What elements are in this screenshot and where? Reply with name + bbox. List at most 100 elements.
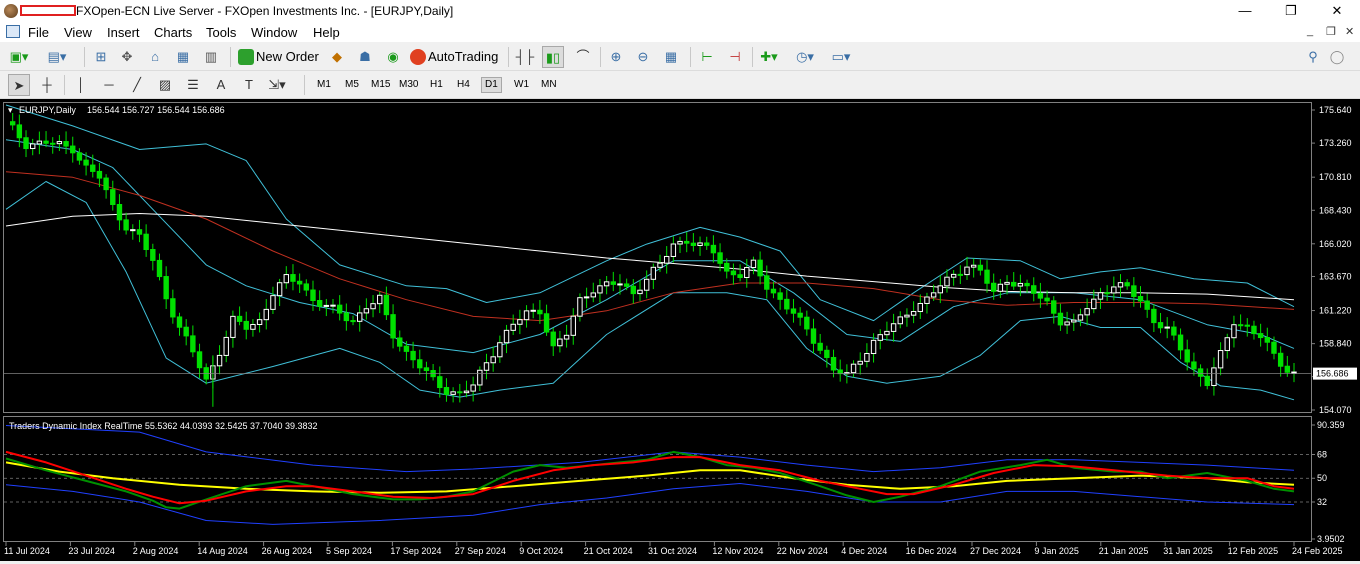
price-tick-label: 173.260 (1319, 138, 1352, 148)
bar-chart-icon[interactable]: ┤├ (514, 46, 536, 68)
new-chart-icon[interactable]: ▣▾ (8, 46, 30, 68)
tile-windows-icon[interactable]: ▦ (660, 46, 682, 68)
candle-body (457, 391, 463, 394)
mdi-close-button[interactable]: ✕ (1345, 25, 1354, 38)
candle-body (90, 164, 96, 172)
date-tick-label: 17 Sep 2024 (390, 546, 441, 556)
timeframe-h1[interactable]: H1 (427, 77, 446, 93)
candle-body (1104, 292, 1110, 295)
candle-body (617, 283, 623, 286)
chart-window[interactable]: 175.640 173.260 170.810 168.430 166.020 163.6… (0, 99, 1360, 561)
menu-charts[interactable]: Charts (154, 25, 192, 40)
horizontal-line-icon[interactable]: ─ (98, 74, 120, 96)
candle-body (597, 285, 603, 294)
candle-body (70, 145, 76, 154)
candle-body (623, 283, 630, 287)
candle-body (917, 302, 923, 313)
fibonacci-icon[interactable]: ☰ (182, 74, 204, 96)
timeframe-d1[interactable]: D1 (481, 77, 502, 93)
candle-body (1177, 334, 1184, 351)
data-window-icon[interactable]: ✥ (116, 46, 138, 68)
menu-help[interactable]: Help (313, 25, 340, 40)
signals-icon[interactable]: ◉ (382, 46, 404, 68)
minimize-button[interactable]: — (1222, 0, 1268, 22)
candle-body (590, 292, 596, 298)
close-button[interactable]: ✕ (1314, 0, 1360, 22)
trendline-icon[interactable]: ╱ (126, 74, 148, 96)
restore-button[interactable]: ❐ (1268, 0, 1314, 22)
zoom-out-icon[interactable]: ⊖ (632, 46, 654, 68)
chart-window-icon[interactable] (6, 25, 20, 38)
price-chart[interactable]: 175.640 173.260 170.810 168.430 166.020 163.6… (0, 99, 1360, 561)
vertical-line-icon[interactable]: │ (70, 74, 92, 96)
equidistant-channel-icon[interactable]: ▨ (154, 74, 176, 96)
candle-body (717, 252, 723, 264)
candle-body (256, 319, 263, 325)
candle-body (1017, 282, 1024, 287)
chart-shift-icon[interactable]: ⊣ (724, 46, 746, 68)
text-label-icon[interactable]: T (238, 74, 260, 96)
navigator-icon[interactable]: ⌂ (144, 46, 166, 68)
candle-body (250, 323, 256, 330)
autotrading-button[interactable]: AutoTrading (408, 46, 498, 68)
tdi-yellow-line (5, 461, 1295, 494)
timeframe-m15[interactable]: M15 (368, 77, 393, 93)
candle-body (930, 292, 937, 298)
market-icon[interactable]: ☗ (354, 46, 376, 68)
candle-body (663, 255, 670, 264)
crosshair-icon[interactable]: ┼ (36, 74, 58, 96)
candle-body (43, 140, 49, 144)
timeframe-w1[interactable]: W1 (511, 77, 532, 93)
auto-scroll-icon[interactable]: ⊢ (696, 46, 718, 68)
candlestick-icon[interactable]: ▮▯ (542, 46, 564, 68)
menu-insert[interactable]: Insert (107, 25, 140, 40)
new-order-button[interactable]: New Order (236, 46, 319, 68)
mdi-restore-button[interactable]: ❐ (1326, 25, 1336, 38)
candle-body (123, 219, 129, 231)
search-icon[interactable]: ⚲ (1302, 46, 1324, 68)
terminal-icon[interactable]: ▦ (172, 46, 194, 68)
candle-body (730, 270, 737, 276)
arrows-icon[interactable]: ⇲▾ (266, 74, 288, 96)
date-tick-label: 11 Jul 2024 (4, 546, 50, 556)
chat-icon[interactable]: ◯ (1326, 46, 1348, 68)
indicators-icon[interactable]: ✚▾ (758, 46, 780, 68)
timeframe-m5[interactable]: M5 (342, 77, 362, 93)
indicator-label: Traders Dynamic Index RealTime 55.5362 4… (9, 421, 318, 431)
timeframe-h4[interactable]: H4 (454, 77, 473, 93)
templates-icon[interactable]: ▭▾ (830, 46, 852, 68)
candle-body (270, 295, 276, 310)
profiles-icon[interactable]: ▤▾ (46, 46, 68, 68)
menu-tools[interactable]: Tools (206, 25, 236, 40)
candle-body (1064, 321, 1070, 326)
date-tick-label: 23 Jul 2024 (68, 546, 115, 556)
meta-editor-icon[interactable]: ◆ (326, 46, 348, 68)
candle-body (757, 259, 763, 277)
mdi-minimize-button[interactable]: _ (1307, 25, 1313, 37)
menu-view[interactable]: View (64, 25, 92, 40)
menu-window[interactable]: Window (251, 25, 297, 40)
timeframe-m1[interactable]: M1 (314, 77, 334, 93)
menu-file[interactable]: File (28, 25, 49, 40)
cursor-icon[interactable]: ➤ (8, 74, 30, 96)
candle-body (56, 141, 63, 145)
candle-body (537, 309, 543, 315)
date-tick-label: 27 Sep 2024 (455, 546, 506, 556)
zoom-in-icon[interactable]: ⊕ (605, 46, 627, 68)
candle-body (1011, 281, 1017, 287)
timeframe-mn[interactable]: MN (538, 77, 560, 93)
date-tick-label: 9 Jan 2025 (1034, 546, 1079, 556)
strategy-tester-icon[interactable]: ▥ (200, 46, 222, 68)
candle-body (1057, 312, 1064, 326)
candle-body (363, 308, 370, 314)
timeframe-m30[interactable]: M30 (396, 77, 421, 93)
candle-body (984, 269, 990, 284)
market-watch-icon[interactable]: ⊞ (90, 46, 112, 68)
candle-body (610, 281, 616, 285)
text-icon[interactable]: A (210, 74, 232, 96)
line-chart-icon[interactable]: ⌒ (572, 46, 594, 68)
candle-body (563, 334, 570, 340)
candle-body (1171, 326, 1177, 336)
candle-body (964, 266, 970, 276)
periods-icon[interactable]: ◷▾ (794, 46, 816, 68)
